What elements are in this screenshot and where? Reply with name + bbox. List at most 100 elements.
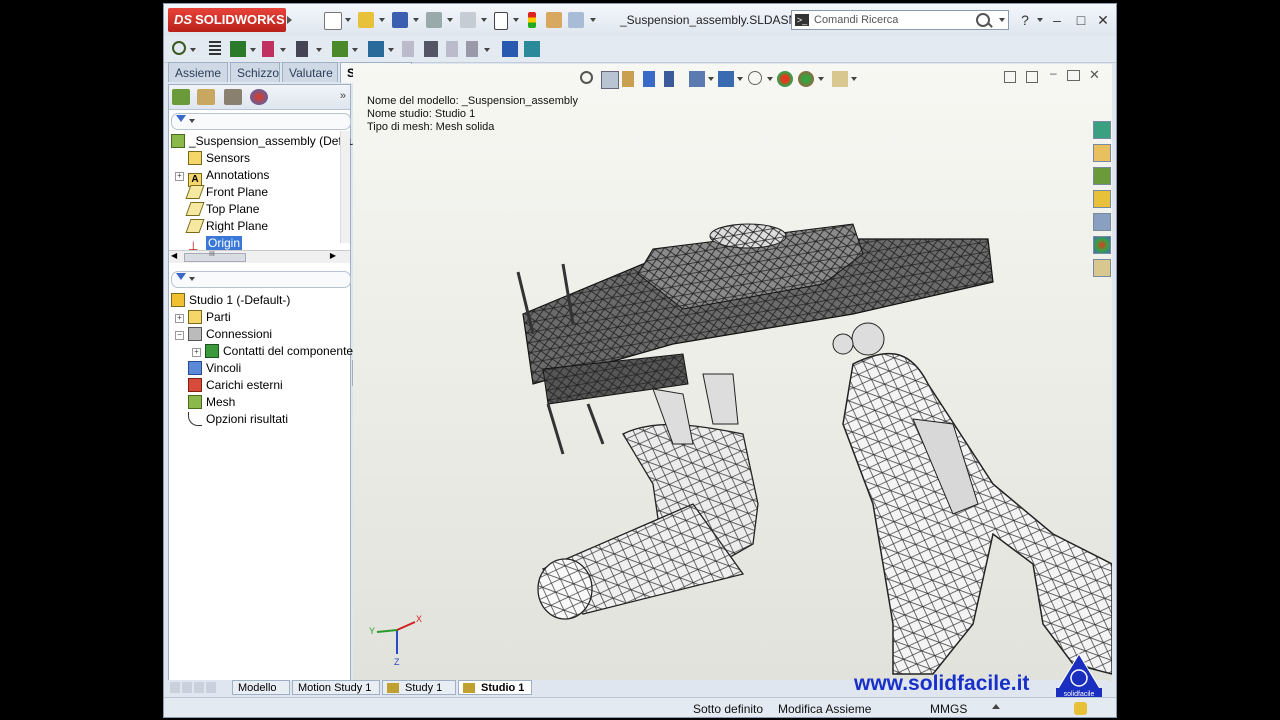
resources-icon[interactable] xyxy=(1093,121,1111,139)
help-dropdown-icon[interactable] xyxy=(1037,18,1043,22)
study-item-connessioni[interactable]: Connessioni xyxy=(188,326,272,343)
tab-study-1[interactable]: Study 1 xyxy=(382,680,456,695)
tab-studio-1[interactable]: Studio 1 xyxy=(458,680,532,695)
menu-expand-icon[interactable] xyxy=(287,16,292,24)
appearance-tab-icon[interactable] xyxy=(250,89,268,105)
study-item-contatti[interactable]: Contatti del componente xyxy=(205,343,353,360)
select-dropdown-icon[interactable] xyxy=(513,18,519,22)
help-icon[interactable]: ? xyxy=(1016,12,1034,28)
scrollbar-thumb[interactable]: III xyxy=(184,251,246,262)
search-results-icon[interactable] xyxy=(1093,190,1111,208)
zoom-dropdown-icon[interactable] xyxy=(190,48,196,52)
study-item-carichi[interactable]: Carichi esterni xyxy=(188,377,283,394)
load-dropdown-icon[interactable] xyxy=(316,48,322,52)
tab-valutare[interactable]: Valutare xyxy=(282,62,338,82)
search-dropdown-icon[interactable] xyxy=(999,18,1005,22)
units-dropdown-icon[interactable] xyxy=(992,704,1000,709)
run-study-icon[interactable] xyxy=(368,41,384,57)
design-library-icon[interactable] xyxy=(1093,144,1111,162)
run-dropdown-icon[interactable] xyxy=(388,48,394,52)
minimize-button[interactable]: – xyxy=(1048,12,1066,28)
rebuild-traffic-light-icon[interactable] xyxy=(528,12,536,28)
tab-assieme[interactable]: Assieme xyxy=(168,62,228,82)
feature-manager-panel: » _Suspension_assembly (Defau Sensors + … xyxy=(168,84,355,682)
tree-item-right-plane[interactable]: Right Plane xyxy=(185,218,268,235)
list-icon[interactable] xyxy=(209,41,221,57)
connections-icon xyxy=(188,327,202,341)
feature-filter[interactable] xyxy=(171,113,351,130)
plot-icon[interactable] xyxy=(502,41,518,57)
collapse-connessioni-icon[interactable]: − xyxy=(175,331,184,340)
study-filter[interactable] xyxy=(171,271,351,288)
rebuild-status-icon[interactable] xyxy=(1074,702,1087,715)
feature-tree-horizontal-scrollbar[interactable]: ◀ III ▶ xyxy=(169,250,350,263)
solidworks-logo[interactable]: DS SOLIDWORKS xyxy=(168,8,286,32)
load-icon[interactable] xyxy=(296,41,308,57)
filter-dropdown-icon[interactable] xyxy=(189,277,195,281)
view-palette-icon[interactable] xyxy=(1093,213,1111,231)
status-units[interactable]: MMGS xyxy=(930,702,967,716)
mate-icon[interactable] xyxy=(230,41,246,57)
study-item-vincoli[interactable]: Vincoli xyxy=(188,360,241,377)
suspension-mesh-model[interactable] xyxy=(353,64,1112,682)
tree-item-front-plane[interactable]: Front Plane xyxy=(185,184,268,201)
expand-parti-icon[interactable]: + xyxy=(175,314,184,323)
study-item-mesh[interactable]: Mesh xyxy=(188,394,235,411)
feature-tree-tab-icon[interactable] xyxy=(172,89,190,105)
simulation-dropdown-icon[interactable] xyxy=(280,48,286,52)
maximize-button[interactable]: □ xyxy=(1072,12,1090,28)
custom-properties-icon[interactable] xyxy=(1093,259,1111,277)
open-folder-icon[interactable] xyxy=(358,12,374,28)
graphics-viewport[interactable]: Nome del modello: _Suspension_assembly N… xyxy=(353,64,1112,682)
print-icon[interactable] xyxy=(426,12,442,28)
configuration-tab-icon[interactable] xyxy=(224,89,242,105)
close-button[interactable]: ✕ xyxy=(1094,12,1112,28)
feature-tree-vertical-scrollbar[interactable] xyxy=(340,131,350,243)
new-dropdown-icon[interactable] xyxy=(345,18,351,22)
results-icon[interactable] xyxy=(424,41,438,57)
study-item-opzioni[interactable]: Opzioni risultati xyxy=(188,411,288,428)
expand-contatti-icon[interactable]: + xyxy=(192,348,201,357)
tab-studio-1-label: Studio 1 xyxy=(481,682,525,694)
tree-item-annotations[interactable]: A Annotations xyxy=(188,167,269,187)
tools-icon[interactable] xyxy=(466,41,478,57)
undo-icon[interactable] xyxy=(460,12,476,28)
scroll-right-icon[interactable]: ▶ xyxy=(330,251,336,260)
undo-dropdown-icon[interactable] xyxy=(481,18,487,22)
scroll-left-icon[interactable]: ◀ xyxy=(171,251,177,260)
save-dropdown-icon[interactable] xyxy=(413,18,419,22)
filter-dropdown-icon[interactable] xyxy=(189,119,195,123)
open-dropdown-icon[interactable] xyxy=(379,18,385,22)
tree-item-label: Origin xyxy=(206,236,243,250)
tree-root-study[interactable]: Studio 1 (-Default-) xyxy=(171,292,290,309)
select-arrow-icon[interactable] xyxy=(494,12,508,30)
design-study-icon[interactable] xyxy=(524,41,540,57)
mate-dropdown-icon[interactable] xyxy=(250,48,256,52)
tree-item-top-plane[interactable]: Top Plane xyxy=(185,201,259,218)
options-icon[interactable] xyxy=(568,12,584,28)
file-properties-icon[interactable] xyxy=(546,12,562,28)
command-search-field[interactable]: >_ Comandi Ricerca xyxy=(791,10,1009,30)
file-explorer-icon[interactable] xyxy=(1093,167,1111,185)
simulation-icon[interactable] xyxy=(262,41,274,57)
tree-root-assembly[interactable]: _Suspension_assembly (Defau xyxy=(171,133,355,150)
mesh-dropdown-icon[interactable] xyxy=(352,48,358,52)
zoom-icon[interactable] xyxy=(172,41,186,55)
tab-schizzo[interactable]: Schizzo xyxy=(230,62,280,82)
print-dropdown-icon[interactable] xyxy=(447,18,453,22)
mesh-command-icon[interactable] xyxy=(332,41,348,57)
appearances-icon[interactable] xyxy=(1093,236,1111,254)
options-dropdown-icon[interactable] xyxy=(590,18,596,22)
expand-annotations-icon[interactable]: + xyxy=(175,172,184,181)
study-item-parti[interactable]: Parti xyxy=(188,309,231,326)
tab-modello[interactable]: Modello xyxy=(232,680,290,695)
tree-item-sensors[interactable]: Sensors xyxy=(188,150,250,167)
tools-dropdown-icon[interactable] xyxy=(484,48,490,52)
search-icon[interactable] xyxy=(976,13,990,27)
property-manager-tab-icon[interactable] xyxy=(197,89,215,105)
save-icon[interactable] xyxy=(392,12,408,28)
new-document-icon[interactable] xyxy=(324,12,342,30)
tab-motion-study-1[interactable]: Motion Study 1 xyxy=(292,680,380,695)
panel-expand-icon[interactable]: » xyxy=(340,90,346,102)
tab-navigation-buttons[interactable] xyxy=(170,682,228,693)
